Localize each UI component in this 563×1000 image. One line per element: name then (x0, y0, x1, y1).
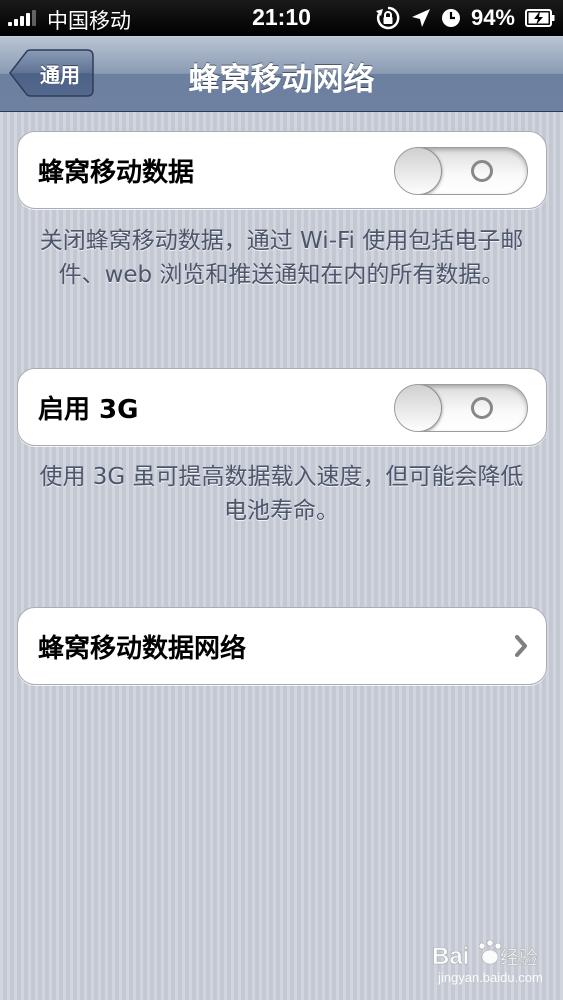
page-title: 蜂窝移动网络 (188, 62, 375, 98)
chevron-right-icon (514, 635, 528, 661)
cellular-data-label: 蜂窝移动数据 (38, 158, 195, 188)
baidu-jingyan-watermark: Bai 经验 jingyan.baidu.com (430, 938, 555, 994)
toggle-off-icon (471, 397, 493, 419)
battery-percent: 94% (470, 5, 515, 30)
cellular-network-label: 蜂窝移动数据网络 (38, 634, 247, 664)
status-bar: 中国移动 21:10 94% (0, 0, 563, 36)
navigation-bar: 通用 蜂窝移动网络 (0, 36, 563, 112)
cellular-data-toggle[interactable] (394, 147, 528, 195)
toggle-knob (395, 148, 442, 194)
cellular-network-cell[interactable]: 蜂窝移动数据网络 (17, 607, 547, 685)
watermark-url: jingyan.baidu.com (438, 970, 543, 985)
cellular-data-footer: 关闭蜂窝移动数据，通过 Wi-Fi 使用包括电子邮件、web 浏览和推送通知在内… (39, 228, 524, 288)
enable-3g-label: 启用 3G (38, 395, 139, 425)
toggle-off-icon (471, 160, 493, 182)
battery-charging-icon (525, 9, 555, 27)
toggle-knob (395, 385, 442, 431)
enable-3g-toggle[interactable] (394, 384, 528, 432)
orientation-lock-icon (375, 5, 401, 31)
svg-text:经验: 经验 (500, 947, 538, 969)
alarm-clock-icon (441, 8, 461, 28)
enable-3g-cell: 启用 3G (17, 368, 547, 446)
cellular-data-cell: 蜂窝移动数据 (17, 131, 547, 209)
svg-text:Bai: Bai (432, 943, 469, 970)
enable-3g-footer: 使用 3G 虽可提高数据载入速度，但可能会降低电池寿命。 (39, 464, 524, 524)
location-arrow-icon (411, 8, 431, 28)
